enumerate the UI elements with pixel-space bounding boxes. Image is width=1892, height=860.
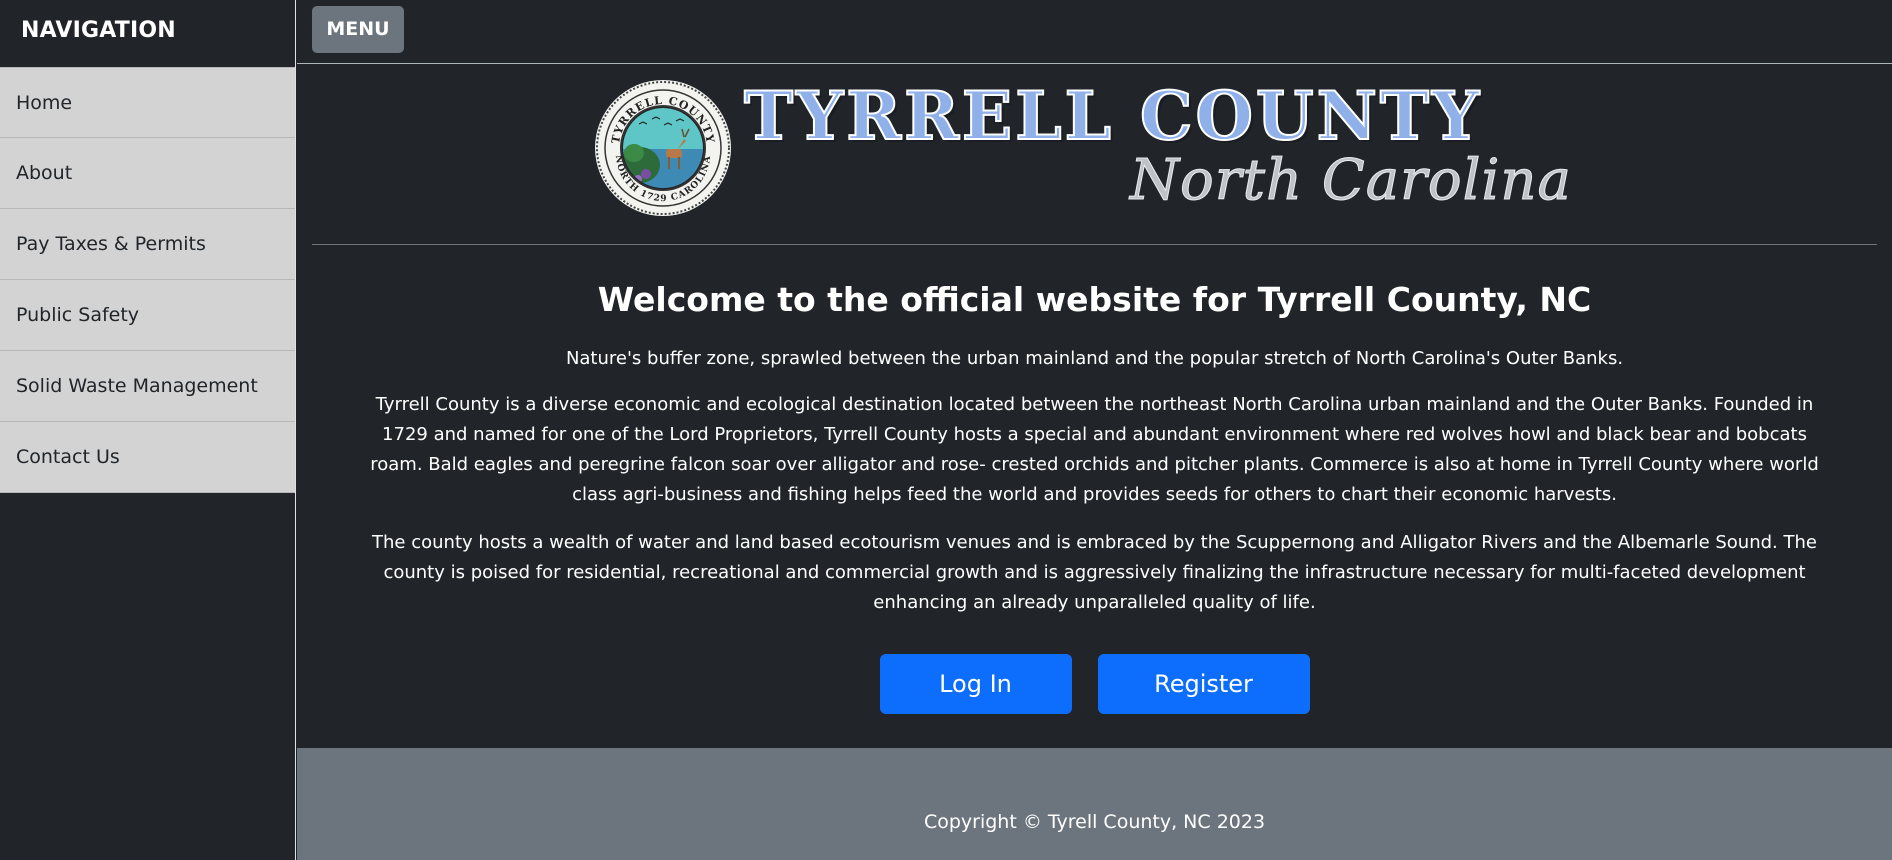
- main-area: MENU TYRRELL COUNTY NORTH 1729 CAROLINA …: [297, 0, 1892, 860]
- welcome-content: Welcome to the official website for Tyrr…: [297, 278, 1892, 714]
- register-button[interactable]: Register: [1097, 654, 1310, 714]
- sidebar-title: NAVIGATION: [21, 18, 176, 43]
- banner-title: TYRRELL COUNTY: [743, 76, 1483, 156]
- tagline: Nature's buffer zone, sprawled between t…: [565, 348, 1624, 369]
- county-banner: TYRRELL COUNTY NORTH 1729 CAROLINA TYRRE…: [312, 64, 1877, 245]
- top-bar: MENU: [297, 0, 1892, 64]
- sidebar-menu: Home About Pay Taxes & Permits Public Sa…: [0, 67, 295, 493]
- intro-paragraph: Tyrrell County is a diverse economic and…: [370, 394, 1819, 505]
- sidebar: NAVIGATION Home About Pay Taxes & Permit…: [0, 0, 296, 860]
- copyright-text: Copyright © Tyrell County, NC 2023: [923, 811, 1266, 833]
- auth-buttons: Log In Register: [352, 654, 1837, 714]
- banner-subtitle: North Carolina: [1130, 148, 1572, 214]
- footer: Copyright © Tyrell County, NC 2023: [297, 748, 1892, 860]
- login-button[interactable]: Log In: [879, 654, 1072, 714]
- sidebar-item-about[interactable]: About: [0, 138, 295, 209]
- page-title: Welcome to the official website for Tyrr…: [597, 280, 1592, 319]
- sidebar-item-contact-us[interactable]: Contact Us: [0, 422, 295, 493]
- menu-button[interactable]: MENU: [312, 6, 404, 53]
- sidebar-item-solid-waste-management[interactable]: Solid Waste Management: [0, 351, 295, 422]
- ecotourism-paragraph: The county hosts a wealth of water and l…: [372, 532, 1817, 613]
- sidebar-item-pay-taxes-permits[interactable]: Pay Taxes & Permits: [0, 209, 295, 280]
- sidebar-item-public-safety[interactable]: Public Safety: [0, 280, 295, 351]
- county-seal-logo: TYRRELL COUNTY NORTH 1729 CAROLINA: [595, 80, 731, 216]
- sidebar-item-home[interactable]: Home: [0, 67, 295, 138]
